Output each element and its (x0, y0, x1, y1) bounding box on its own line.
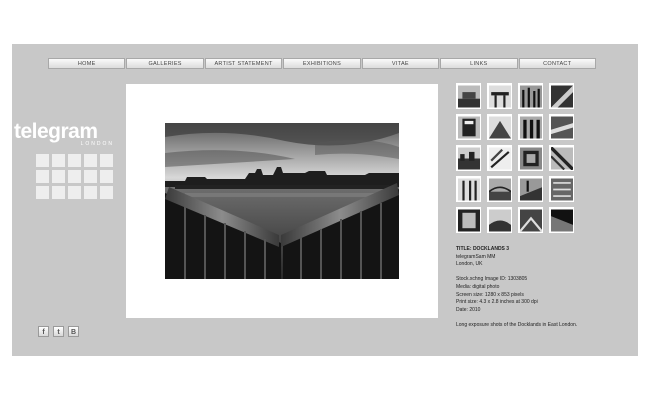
image-media: Media: digital photo (456, 283, 500, 290)
thumbnail[interactable] (456, 176, 481, 202)
thumbnail[interactable] (518, 176, 543, 202)
site-container: HOME GALLERIES ARTIST STATEMENT EXHIBITI… (12, 44, 638, 356)
thumbnail[interactable] (549, 114, 574, 140)
nav-vitae[interactable]: VITAE (361, 58, 440, 69)
thumbnail[interactable] (456, 114, 481, 140)
main-nav: HOME GALLERIES ARTIST STATEMENT EXHIBITI… (48, 58, 596, 69)
thumbnail[interactable] (549, 83, 574, 109)
twitter-icon[interactable]: t (53, 326, 64, 337)
thumbnail[interactable] (518, 83, 543, 109)
grid-square[interactable] (36, 154, 49, 167)
thumbnail[interactable] (518, 207, 543, 233)
image-date: Date: 2010 (456, 306, 481, 313)
main-image-panel (126, 84, 438, 318)
thumbnail[interactable] (456, 145, 481, 171)
thumbnail-grid (456, 83, 574, 233)
nav-contact[interactable]: CONTACT (518, 58, 596, 69)
nav-links[interactable]: LINKS (440, 58, 518, 69)
thumbnail[interactable] (518, 145, 543, 171)
nav-home[interactable]: HOME (48, 58, 126, 69)
grid-square[interactable] (84, 170, 97, 183)
grid-square[interactable] (84, 186, 97, 199)
thumbnail[interactable] (549, 207, 574, 233)
thumbnail[interactable] (518, 114, 543, 140)
grid-square[interactable] (52, 154, 65, 167)
nav-exhibitions[interactable]: EXHIBITIONS (283, 58, 361, 69)
facebook-icon[interactable]: f (38, 326, 49, 337)
image-info: TITLE: DOCKLANDS 3 telegramSam MM London… (456, 246, 596, 330)
blogger-icon[interactable]: B (68, 326, 79, 337)
image-title: TITLE: DOCKLANDS 3 (456, 246, 510, 252)
gallery-square-grid (36, 154, 113, 199)
grid-square[interactable] (68, 170, 81, 183)
site-logo[interactable]: telegram LONDON (14, 120, 118, 147)
image-print-size: Print size: 4.3 x 2.8 inches at 300 dpi (456, 299, 538, 306)
grid-square[interactable] (68, 154, 81, 167)
thumbnail[interactable] (549, 176, 574, 202)
grid-square[interactable] (100, 154, 113, 167)
thumbnail[interactable] (487, 176, 512, 202)
thumbnail[interactable] (487, 207, 512, 233)
nav-artist-statement[interactable]: ARTIST STATEMENT (204, 58, 283, 69)
grid-square[interactable] (68, 186, 81, 199)
thumbnail[interactable] (456, 207, 481, 233)
image-description: Long exposure shots of the Docklands in … (456, 321, 578, 328)
grid-square[interactable] (84, 154, 97, 167)
logo-wordmark: telegram (14, 120, 98, 143)
docklands-photo (165, 123, 399, 279)
nav-galleries[interactable]: GALLERIES (126, 58, 204, 69)
image-screen-size: Screen size: 1280 x 853 pixels (456, 291, 524, 298)
image-location: London, UK (456, 261, 483, 268)
grid-square[interactable] (100, 186, 113, 199)
image-id: Stock.xchng Image ID: 1303805 (456, 276, 528, 283)
grid-square[interactable] (52, 186, 65, 199)
thumbnail[interactable] (487, 145, 512, 171)
grid-square[interactable] (100, 170, 113, 183)
thumbnail[interactable] (487, 83, 512, 109)
thumbnail[interactable] (456, 83, 481, 109)
grid-square[interactable] (52, 170, 65, 183)
thumbnail[interactable] (487, 114, 512, 140)
grid-square[interactable] (36, 186, 49, 199)
social-links: f t B (38, 326, 79, 337)
image-author: telegramSam MM (456, 253, 496, 260)
thumbnail[interactable] (549, 145, 574, 171)
grid-square[interactable] (36, 170, 49, 183)
